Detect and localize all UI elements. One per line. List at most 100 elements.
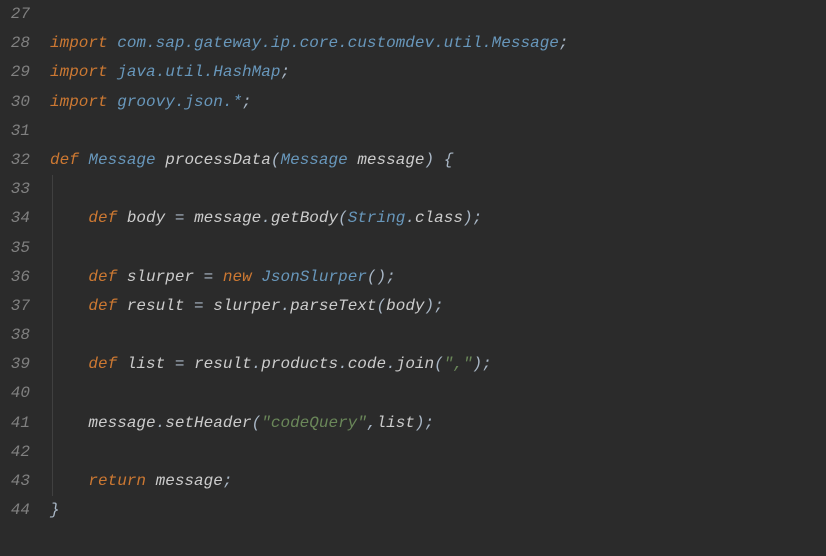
- code-token: join: [396, 355, 434, 373]
- code-token: [165, 355, 175, 373]
- line-number: 42: [8, 438, 30, 467]
- code-token: def: [88, 209, 117, 227]
- code-token: (: [377, 297, 387, 315]
- code-token: ;: [386, 268, 396, 286]
- code-line[interactable]: [50, 117, 826, 146]
- indent-guide: [52, 263, 53, 292]
- code-token: [117, 297, 127, 315]
- code-line[interactable]: [50, 525, 826, 554]
- indent-guide: [52, 350, 53, 379]
- code-token: Message: [280, 151, 347, 169]
- code-token: .: [261, 209, 271, 227]
- code-token: ): [425, 151, 435, 169]
- code-token: processData: [165, 151, 271, 169]
- code-line[interactable]: [50, 234, 826, 263]
- code-token: com.sap.gateway.ip.core.customdev.util.M…: [117, 34, 559, 52]
- code-token: setHeader: [165, 414, 251, 432]
- code-token: ,: [367, 414, 377, 432]
- line-number: 32: [8, 146, 30, 175]
- code-token: ;: [223, 472, 233, 490]
- line-number: 40: [8, 379, 30, 408]
- code-token: [194, 268, 204, 286]
- code-token: [184, 297, 194, 315]
- code-token: "codeQuery": [261, 414, 367, 432]
- code-token: =: [204, 268, 214, 286]
- code-token: new: [223, 268, 252, 286]
- line-number: 43: [8, 467, 30, 496]
- code-line[interactable]: def body = message.getBody(String.class)…: [50, 204, 826, 233]
- code-line[interactable]: [50, 438, 826, 467]
- line-number: 38: [8, 321, 30, 350]
- code-token: [252, 268, 262, 286]
- code-token: =: [175, 209, 185, 227]
- code-line[interactable]: import com.sap.gateway.ip.core.customdev…: [50, 29, 826, 58]
- code-token: import: [50, 34, 108, 52]
- line-number-gutter: 27 28 29 30 31 32 33 34 35 36 37 38 39 4…: [0, 0, 42, 556]
- code-token: message: [194, 209, 261, 227]
- line-number: 31: [8, 117, 30, 146]
- code-token: groovy.json.*: [117, 93, 242, 111]
- code-token: .: [386, 355, 396, 373]
- code-line[interactable]: [50, 379, 826, 408]
- code-line[interactable]: [50, 175, 826, 204]
- code-token: [50, 355, 88, 373]
- code-token: body: [127, 209, 165, 227]
- code-token: (: [252, 414, 262, 432]
- code-token: [165, 209, 175, 227]
- code-editor[interactable]: import com.sap.gateway.ip.core.customdev…: [42, 0, 826, 556]
- code-line[interactable]: def list = result.products.code.join(","…: [50, 350, 826, 379]
- code-token: java.util.HashMap: [117, 63, 280, 81]
- code-token: {: [444, 151, 454, 169]
- code-token: [348, 151, 358, 169]
- code-token: [434, 151, 444, 169]
- line-number: 39: [8, 350, 30, 379]
- code-token: def: [88, 297, 117, 315]
- code-token: ;: [242, 93, 252, 111]
- code-token: [50, 268, 88, 286]
- code-token: [117, 268, 127, 286]
- code-token: [108, 63, 118, 81]
- code-token: parseText: [290, 297, 376, 315]
- line-number: 33: [8, 175, 30, 204]
- line-number: 41: [8, 409, 30, 438]
- code-line[interactable]: def Message processData(Message message)…: [50, 146, 826, 175]
- code-line[interactable]: message.setHeader("codeQuery",list);: [50, 409, 826, 438]
- code-token: [50, 414, 88, 432]
- line-number: 34: [8, 204, 30, 233]
- code-token: message: [156, 472, 223, 490]
- code-line[interactable]: }: [50, 496, 826, 525]
- line-number: 29: [8, 58, 30, 87]
- code-token: String: [348, 209, 406, 227]
- line-number: 37: [8, 292, 30, 321]
- code-token: [50, 297, 88, 315]
- code-token: def: [88, 268, 117, 286]
- code-token: [117, 355, 127, 373]
- code-line[interactable]: return message;: [50, 467, 826, 496]
- line-number: 44: [8, 496, 30, 525]
- code-token: list: [127, 355, 165, 373]
- code-token: def: [88, 355, 117, 373]
- code-line[interactable]: import java.util.HashMap;: [50, 58, 826, 87]
- code-token: (: [338, 209, 348, 227]
- code-line[interactable]: def slurper = new JsonSlurper();: [50, 263, 826, 292]
- code-line[interactable]: [50, 321, 826, 350]
- code-token: [50, 209, 88, 227]
- code-token: .: [338, 355, 348, 373]
- indent-guide: [52, 409, 53, 438]
- code-line[interactable]: import groovy.json.*;: [50, 88, 826, 117]
- indent-guide: [52, 467, 53, 496]
- code-token: def: [50, 151, 79, 169]
- code-line[interactable]: def result = slurper.parseText(body);: [50, 292, 826, 321]
- code-token: result: [127, 297, 185, 315]
- code-token: ;: [425, 414, 435, 432]
- indent-guide: [52, 321, 53, 350]
- code-token: }: [50, 501, 60, 519]
- code-token: .: [280, 297, 290, 315]
- indent-guide: [52, 175, 53, 204]
- indent-guide: [52, 234, 53, 263]
- code-token: ;: [434, 297, 444, 315]
- code-token: message: [357, 151, 424, 169]
- code-token: ;: [482, 355, 492, 373]
- code-token: ): [473, 355, 483, 373]
- code-token: ",": [444, 355, 473, 373]
